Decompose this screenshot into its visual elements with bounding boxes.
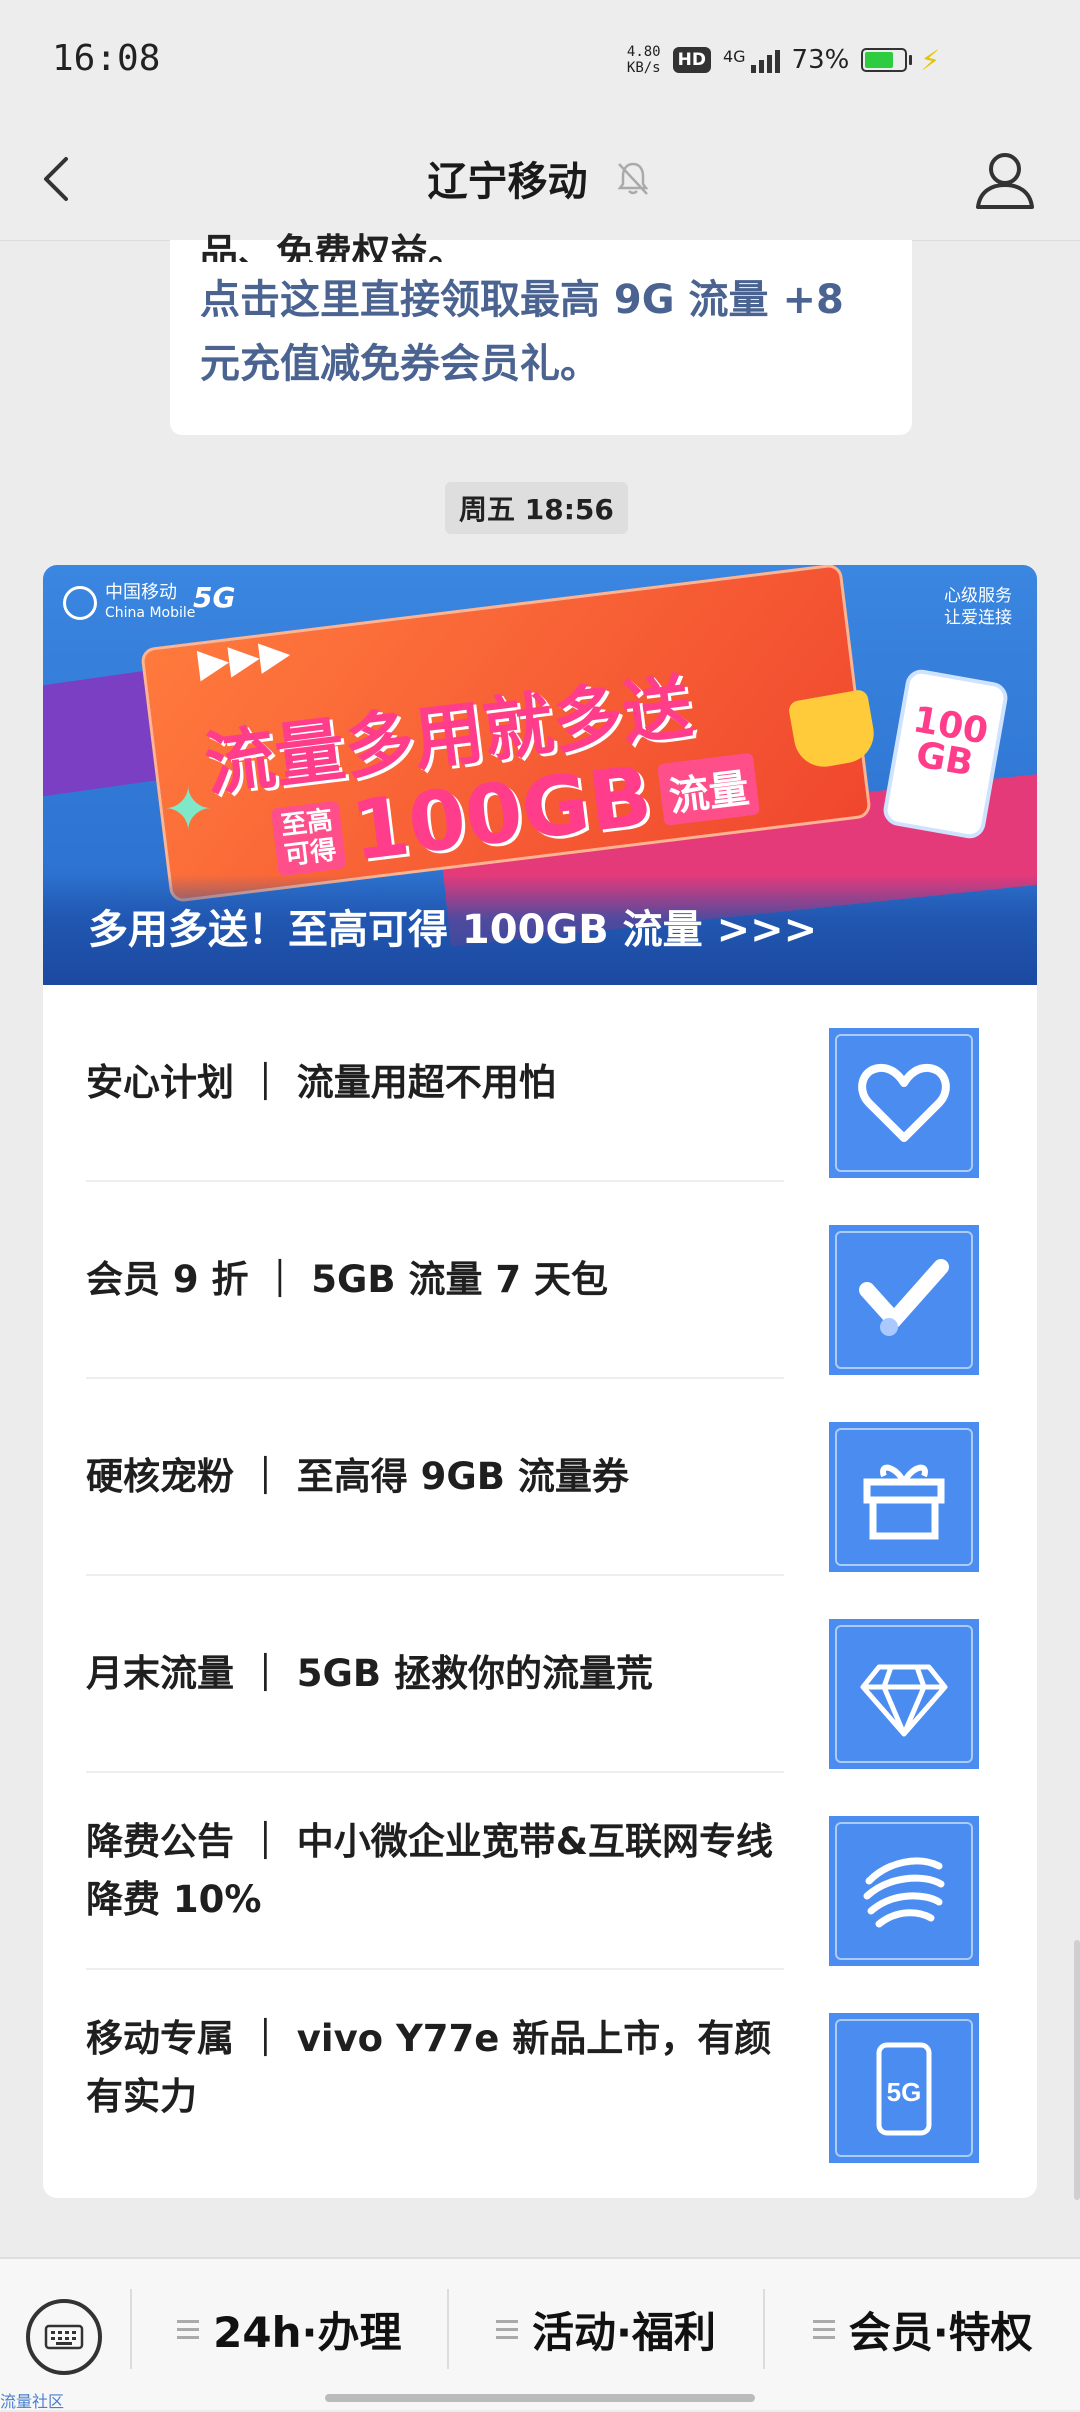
sparkle-icon: ✦ — [163, 775, 214, 845]
article-card: 中国移动 China Mobile 5G 心级服务 让爱连接 ▶▶▶ 流量多用就… — [43, 565, 1037, 2198]
keyboard-icon[interactable] — [26, 2299, 102, 2375]
list-item[interactable]: 硬核宠粉 ｜ 至高得 9GB 流量券 — [86, 1379, 979, 1576]
china-mobile-logo-icon — [829, 1816, 979, 1966]
status-icons: 4.80 KB/s HD 4G 73% ⚡ — [627, 40, 940, 80]
banner-caption: 多用多送！至高可得 100GB 流量 >>> — [88, 907, 818, 953]
speed-unit: KB/s — [626, 60, 661, 76]
china-mobile-logo: 中国移动 China Mobile — [63, 583, 195, 623]
list-item-title: 安心计划 ｜ 流量用超不用怕 — [86, 1060, 556, 1104]
banner-image[interactable]: 中国移动 China Mobile 5G 心级服务 让爱连接 ▶▶▶ 流量多用就… — [43, 565, 1037, 985]
phone-5g-icon: 5G — [829, 2013, 979, 2163]
menu-tab-activity[interactable]: 活动·福利 — [446, 2289, 764, 2369]
list-item-title: 月末流量 ｜ 5GB 拯救你的流量荒 — [86, 1651, 653, 1695]
network-speed: 4.80 KB/s — [627, 44, 661, 76]
list-item[interactable]: 会员 9 折 ｜ 5GB 流量 7 天包 — [86, 1182, 979, 1379]
article-list: 安心计划 ｜ 流量用超不用怕 会员 9 折 ｜ 5GB 流量 7 天包 硬核宠粉… — [43, 985, 1037, 2165]
badge-prefix: 至高 可得 — [270, 800, 347, 876]
previous-message-text: 品、免费权益。 — [200, 231, 467, 262]
tag-5g: 5G — [193, 581, 236, 614]
brand-name-en: China Mobile — [105, 605, 196, 621]
message-timestamp: 周五 18:56 — [445, 482, 628, 534]
bottom-menu: 24h·办理 活动·福利 会员·特权 — [0, 2257, 1080, 2410]
network-type: 4G — [722, 47, 746, 66]
diamond-icon — [829, 1619, 979, 1769]
battery-fill — [865, 52, 894, 68]
menu-tab-member[interactable]: 会员·特权 — [763, 2289, 1080, 2369]
heart-icon — [829, 1028, 979, 1178]
battery-percent: 73% — [791, 45, 850, 75]
menu-tab-label: 会员·特权 — [848, 2307, 1033, 2357]
list-item[interactable]: 移动专属 ｜ vivo Y77e 新品上市，有颜有实力 5G — [86, 1970, 979, 2165]
menu-tab-label: 24h·办理 — [213, 2307, 402, 2357]
account-title: 辽宁移动 — [427, 159, 588, 205]
status-bar: 16:08 4.80 KB/s HD 4G 73% ⚡ — [0, 0, 1080, 125]
list-item[interactable]: 月末流量 ｜ 5GB 拯救你的流量荒 — [86, 1576, 979, 1773]
service-slogan: 心级服务 让爱连接 — [944, 585, 1012, 629]
scroll-indicator[interactable] — [1074, 1940, 1080, 2200]
signal-icon: 4G — [723, 47, 780, 73]
list-item-title: 硬核宠粉 ｜ 至高得 9GB 流量券 — [86, 1454, 629, 1498]
badge-unit: 流量 — [657, 752, 760, 826]
muted-bell-icon — [617, 162, 649, 195]
menu-lines-icon — [812, 2319, 835, 2339]
profile-icon[interactable] — [970, 145, 1040, 215]
menu-tab-label: 活动·福利 — [532, 2307, 716, 2357]
menu-tab-24h[interactable]: 24h·办理 — [130, 2289, 447, 2369]
list-item[interactable]: 降费公告 ｜ 中小微企业宽带&互联网专线降费 10% — [86, 1773, 979, 1970]
list-item-title: 降费公告 ｜ 中小微企业宽带&互联网专线降费 10% — [86, 1819, 774, 1921]
service-slogan-1: 心级服务 — [944, 586, 1012, 606]
menu-lines-icon — [177, 2319, 200, 2339]
status-time: 16:08 — [52, 38, 161, 79]
home-indicator[interactable] — [325, 2394, 755, 2402]
previous-message-bubble: 品、免费权益。 点击这里直接领取最高 9G 流量 +8 元充值减免券会员礼。 — [170, 231, 912, 435]
battery-icon — [861, 48, 913, 72]
hd-icon: HD — [672, 47, 711, 73]
service-slogan-2: 让爱连接 — [944, 608, 1012, 628]
list-item-title: 会员 9 折 ｜ 5GB 流量 7 天包 — [86, 1257, 608, 1301]
menu-tabs: 24h·办理 活动·福利 会员·特权 — [130, 2259, 1080, 2409]
list-item[interactable]: 安心计划 ｜ 流量用超不用怕 — [86, 985, 979, 1182]
menu-lines-icon — [496, 2319, 519, 2339]
corner-label: 流量社区 — [0, 2392, 65, 2411]
check-icon — [829, 1225, 979, 1375]
previous-message-link[interactable]: 点击这里直接领取最高 9G 流量 +8 元充值减免券会员礼。 — [200, 268, 882, 396]
title-wrap: 辽宁移动 — [0, 149, 1080, 207]
gift-icon — [829, 1422, 979, 1572]
charging-icon: ⚡ — [920, 43, 940, 77]
brand-name: 中国移动 — [105, 582, 177, 603]
speed-value: 4.80 — [626, 44, 661, 60]
list-item-title: 移动专属 ｜ vivo Y77e 新品上市，有颜有实力 — [86, 2016, 772, 2118]
